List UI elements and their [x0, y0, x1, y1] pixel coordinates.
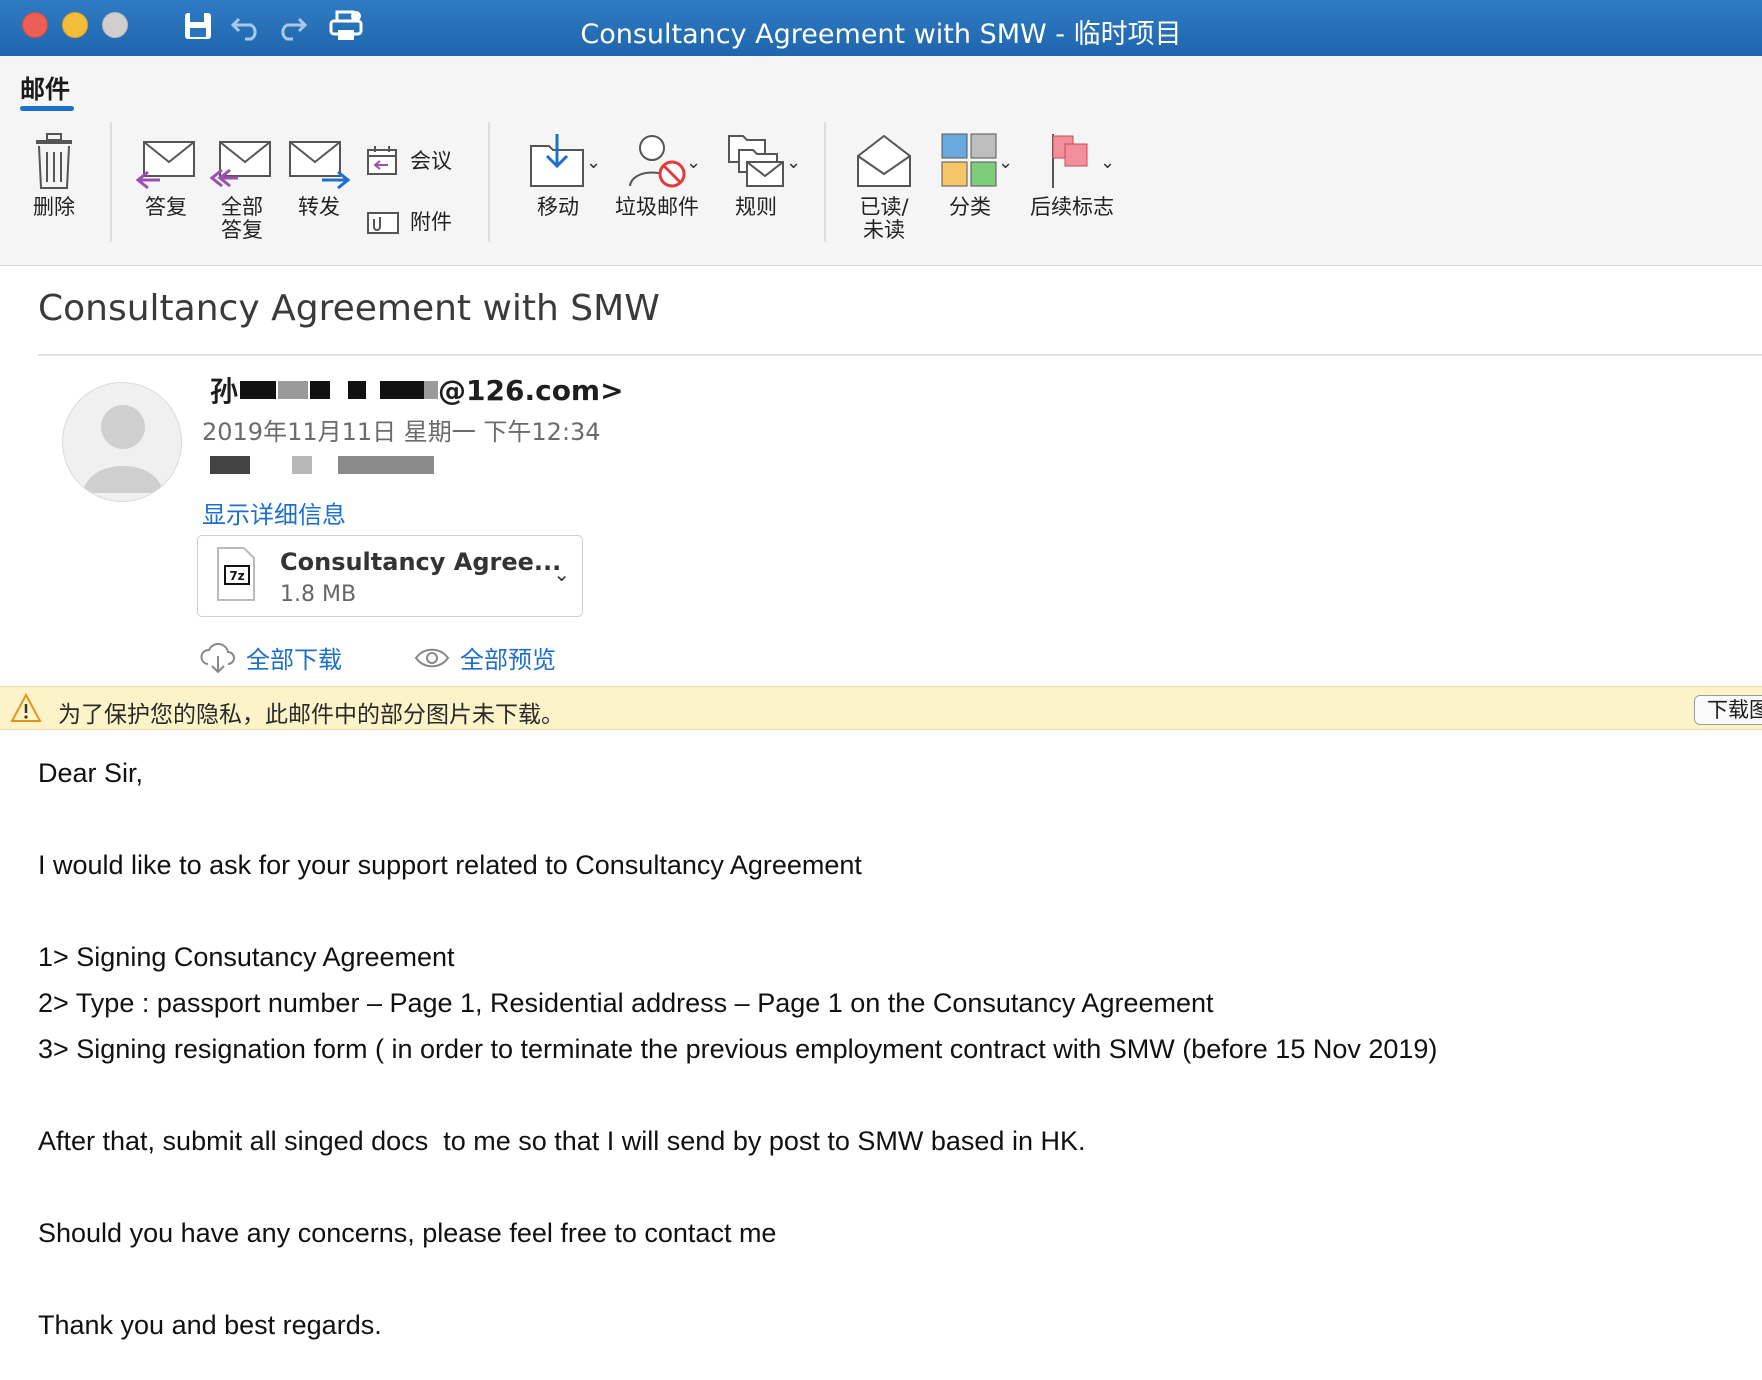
reply-all-label-2: 答复 — [221, 218, 263, 242]
ribbon: 邮件 删除 答复 全部 答复 转发 会议 附件 移动 ⌄ 垃圾邮件 ⌄ 规则 ⌄… — [0, 56, 1762, 266]
warning-icon — [10, 693, 42, 722]
download-all-label: 全部下载 — [246, 646, 342, 674]
preview-all-button[interactable]: 全部预览 — [414, 640, 556, 675]
download-all-button[interactable]: 全部下载 — [200, 640, 342, 675]
message-subject: Consultancy Agreement with SMW — [38, 288, 660, 329]
body-item-1: 1> Signing Consutancy Agreement — [38, 942, 455, 972]
ribbon-separator — [488, 122, 490, 242]
ribbon-separator — [110, 122, 112, 242]
reply-icon — [135, 141, 195, 190]
attachment-size: 1.8 MB — [280, 582, 357, 607]
subject-divider — [38, 354, 1762, 356]
categorize-dropdown-chevron-icon[interactable]: ⌄ — [998, 152, 1013, 173]
forward-button[interactable]: 转发 — [286, 138, 352, 219]
forward-icon — [289, 141, 351, 190]
person-placeholder-icon — [83, 405, 163, 493]
move-button[interactable]: 移动 — [514, 132, 602, 219]
rules-button[interactable]: 规则 — [716, 132, 796, 219]
reply-all-label-1: 全部 — [221, 195, 263, 219]
title-bar: Consultancy Agreement with SMW - 临时项目 — [0, 0, 1762, 56]
meeting-label: 会议 — [410, 149, 452, 173]
open-envelope-icon — [857, 134, 911, 187]
reply-all-icon — [210, 141, 271, 188]
redacted-text — [348, 381, 367, 399]
message-date: 2019年11月11日 星期一 下午12:34 — [202, 418, 601, 446]
7z-archive-icon: 7z — [217, 547, 255, 601]
redacted-text — [380, 381, 425, 399]
flag-icon — [1052, 134, 1088, 188]
delete-label: 删除 — [33, 195, 75, 219]
sender-name-visible: 孙 — [210, 375, 239, 408]
show-details-link[interactable]: 显示详细信息 — [202, 495, 346, 530]
move-folder-icon — [530, 134, 584, 187]
rules-label: 规则 — [735, 195, 777, 219]
body-after: After that, submit all singed docs to me… — [38, 1126, 1086, 1156]
read-unread-button[interactable]: 已读/ 未读 — [848, 132, 920, 242]
ribbon-separator — [824, 122, 826, 242]
delete-button[interactable]: 删除 — [26, 132, 82, 219]
sender-email-domain: @126.com> — [438, 373, 624, 407]
trash-icon — [36, 133, 72, 189]
calendar-reply-icon — [367, 146, 397, 175]
read-unread-label-2: 未读 — [863, 218, 905, 242]
body-greeting: Dear Sir, — [38, 758, 144, 788]
body-item-3: 3> Signing resignation form ( in order t… — [38, 1034, 1438, 1064]
cloud-download-icon — [200, 642, 235, 673]
category-grid-icon — [941, 133, 997, 187]
reply-label: 答复 — [145, 195, 187, 219]
avatar — [62, 382, 182, 502]
categorize-button[interactable]: 分类 — [930, 132, 1010, 219]
eye-icon — [414, 648, 450, 667]
junk-dropdown-chevron-icon[interactable]: ⌄ — [686, 152, 701, 173]
body-closing: Thank you and best regards. — [38, 1310, 382, 1340]
privacy-notice-text: 为了保护您的隐私，此邮件中的部分图片未下载。 — [58, 702, 564, 728]
redacted-text — [240, 381, 277, 399]
window-title: Consultancy Agreement with SMW - 临时项目 — [580, 19, 1182, 50]
redacted-text — [424, 381, 439, 399]
forward-label: 转发 — [298, 195, 340, 219]
move-label: 移动 — [537, 195, 579, 219]
body-item-2: 2> Type : passport number – Page 1, Resi… — [38, 988, 1214, 1018]
body-concerns: Should you have any concerns, please fee… — [38, 1218, 777, 1248]
tab-mail[interactable]: 邮件 — [20, 70, 70, 106]
sender-address[interactable]: 孙 @126.com> — [210, 370, 624, 410]
download-images-button[interactable]: 下载图 — [1694, 695, 1762, 725]
reply-all-button[interactable]: 全部 答复 — [210, 138, 274, 242]
follow-up-button[interactable]: 后续标志 — [1026, 132, 1118, 219]
attachment-button[interactable]: 附件 — [366, 206, 452, 236]
attachment-label: 附件 — [410, 210, 452, 234]
junk-button[interactable]: 垃圾邮件 — [612, 132, 702, 219]
body-intro: I would like to ask for your support rel… — [38, 850, 862, 880]
read-unread-label-1: 已读/ — [859, 195, 909, 219]
svg-text:7z: 7z — [229, 569, 244, 583]
recipients-redacted — [210, 456, 434, 474]
attachment-name: Consultancy Agree... — [280, 548, 562, 576]
preview-all-label: 全部预览 — [460, 646, 556, 674]
message-body: Dear Sir, I would like to ask for your s… — [38, 750, 1437, 1348]
redacted-text — [310, 381, 331, 399]
tab-active-indicator — [20, 106, 74, 111]
junk-mail-icon — [629, 135, 686, 188]
junk-label: 垃圾邮件 — [615, 195, 699, 219]
categorize-label: 分类 — [949, 195, 991, 219]
move-dropdown-chevron-icon[interactable]: ⌄ — [586, 152, 601, 173]
redacted-text — [278, 381, 309, 399]
attachment-reply-icon — [367, 212, 399, 234]
reply-button[interactable]: 答复 — [134, 138, 198, 219]
follow-up-dropdown-chevron-icon[interactable]: ⌄ — [1100, 152, 1115, 173]
attachment-menu-chevron-icon[interactable]: ⌄ — [553, 562, 570, 587]
attachment-card[interactable]: 7z Consultancy Agree... 1.8 MB ⌄ — [197, 535, 583, 617]
meeting-button[interactable]: 会议 — [366, 144, 452, 176]
follow-up-label: 后续标志 — [1030, 195, 1114, 219]
privacy-notice-bar: 为了保护您的隐私，此邮件中的部分图片未下载。 下载图 — [0, 686, 1762, 730]
rules-dropdown-chevron-icon[interactable]: ⌄ — [786, 152, 801, 173]
rules-icon — [728, 135, 784, 187]
